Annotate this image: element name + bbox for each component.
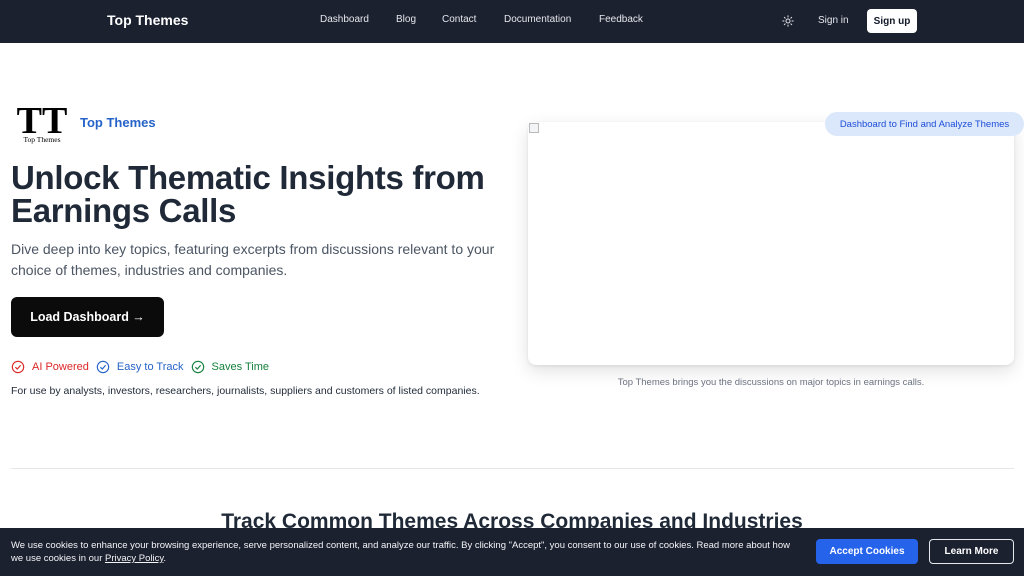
check-circle-icon xyxy=(191,360,204,374)
hero-title: Unlock Thematic Insights from Earnings C… xyxy=(11,159,485,229)
cookie-text: We use cookies to enhance your browsing … xyxy=(11,539,801,565)
nav-contact[interactable]: Contact xyxy=(442,14,476,25)
privacy-policy-link[interactable]: Privacy Policy xyxy=(105,553,163,564)
accept-cookies-button[interactable]: Accept Cookies xyxy=(816,539,918,564)
check-circle-icon xyxy=(11,360,25,374)
badge-saves-time: Saves Time xyxy=(191,360,269,374)
sign-in-link[interactable]: Sign in xyxy=(818,15,849,26)
logo-caption: Top Themes xyxy=(23,135,60,144)
logo-wordmark: Top Themes xyxy=(80,115,156,130)
nav-documentation[interactable]: Documentation xyxy=(504,14,584,25)
badge-label: Saves Time xyxy=(211,361,269,373)
nav-dashboard[interactable]: Dashboard xyxy=(320,14,369,25)
load-dashboard-button[interactable]: Load Dashboard → xyxy=(11,297,164,337)
dashboard-preview-image xyxy=(528,122,1014,365)
learn-more-button[interactable]: Learn More xyxy=(929,539,1014,564)
cookie-period: . xyxy=(163,553,167,564)
audience-text: For use by analysts, investors, research… xyxy=(11,385,480,397)
sign-up-button[interactable]: Sign up xyxy=(867,9,917,33)
broken-image-icon xyxy=(529,123,539,133)
preview-caption: Top Themes brings you the discussions on… xyxy=(617,377,925,388)
nav-blog[interactable]: Blog xyxy=(396,14,416,25)
badge-easy-to-track: Easy to Track xyxy=(96,360,184,374)
brand-link[interactable]: Top Themes xyxy=(107,12,188,28)
sun-icon[interactable] xyxy=(782,15,794,27)
badge-label: Easy to Track xyxy=(116,361,184,373)
top-navbar: Top Themes Dashboard Blog Contact Docume… xyxy=(0,0,1024,43)
badge-label: AI Powered xyxy=(32,361,89,373)
hero-subtitle: Dive deep into key topics, featuring exc… xyxy=(11,241,495,278)
dashboard-pill-badge: Dashboard to Find and Analyze Themes xyxy=(825,112,1024,136)
top-themes-logo: TT Top Themes xyxy=(17,100,68,144)
badge-ai-powered: AI Powered xyxy=(11,360,89,374)
nav-feedback[interactable]: Feedback xyxy=(599,14,643,25)
section-divider xyxy=(11,468,1014,469)
check-circle-icon xyxy=(96,360,110,374)
feature-badges: AI Powered Easy to Track Saves Time xyxy=(11,359,276,375)
